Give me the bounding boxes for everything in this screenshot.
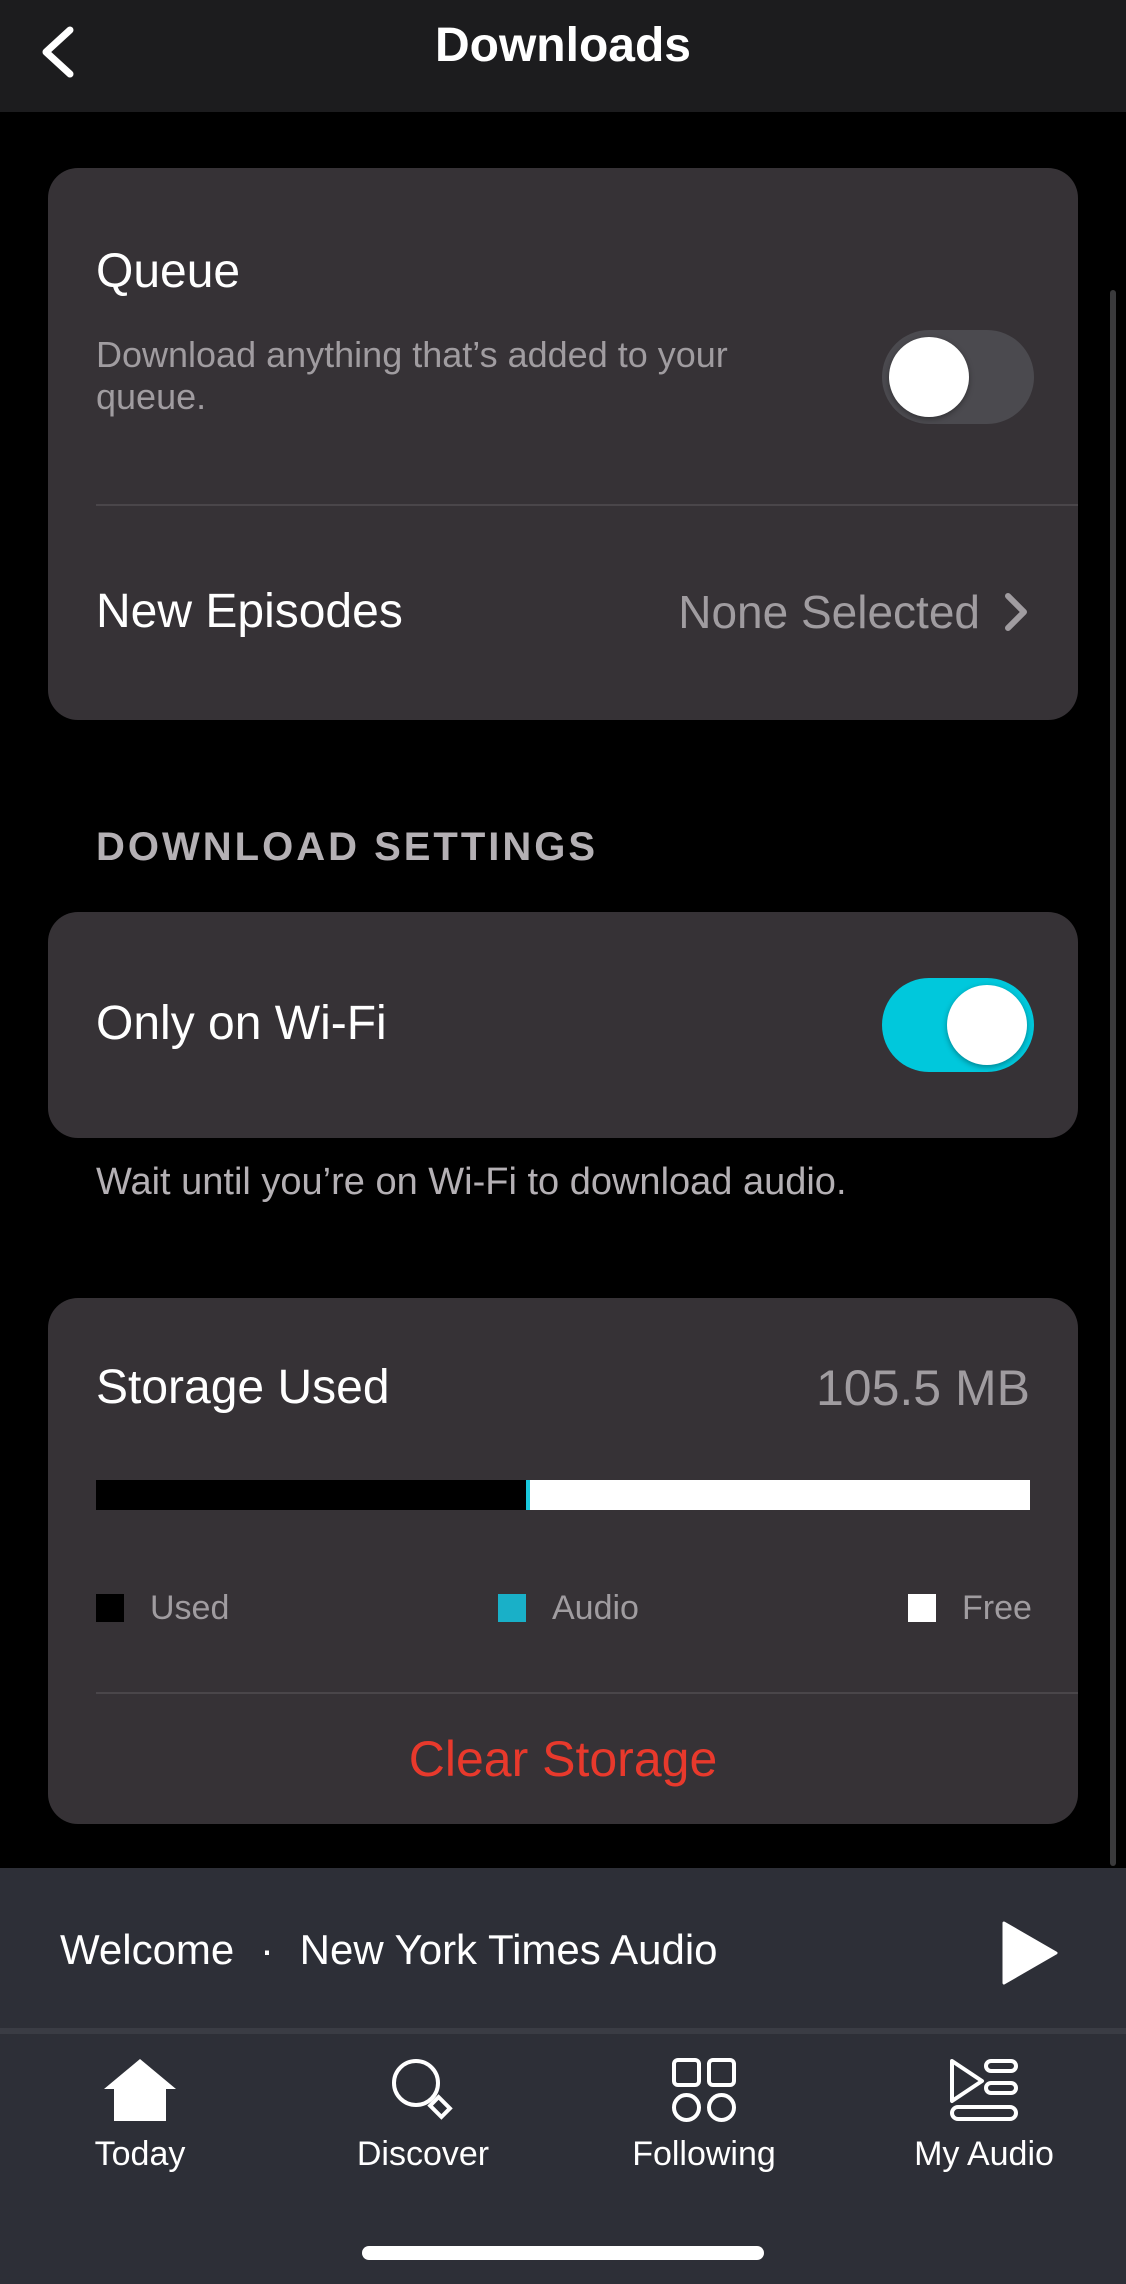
play-icon [1002,1921,1058,1985]
storage-bar-audio [525,1480,531,1510]
legend-label: Used [150,1589,230,1627]
grid-icon [672,2058,736,2122]
play-button[interactable] [992,1910,1066,1996]
tab-my-audio[interactable]: My Audio [874,2054,1094,2184]
search-icon [392,2059,453,2120]
wifi-footer: Wait until you’re on Wi-Fi to download a… [96,1161,847,1203]
legend-label: Audio [552,1589,639,1627]
download-settings-header: DOWNLOAD SETTINGS [96,825,599,869]
tab-label: My Audio [914,2135,1054,2173]
storage-value: 105.5 MB [815,1360,1030,1416]
legend-swatch [498,1594,526,1622]
wifi-title: Only on Wi-Fi [96,997,387,1050]
library-icon [950,2059,1018,2121]
now-playing-source: New York Times Audio [299,1926,718,1973]
chevron-right-icon [1005,593,1027,631]
now-playing-title: Welcome [60,1926,235,1973]
tab-label: Following [632,2135,776,2173]
legend-label: Free [962,1589,1032,1627]
toggle-knob [947,985,1027,1065]
legend-swatch [96,1594,124,1622]
home-indicator [362,2246,764,2260]
new-episodes-title: New Episodes [96,585,403,638]
queue-description: Download anything that’s added to your q… [96,334,728,417]
tab-discover[interactable]: Discover [313,2054,533,2184]
legend-swatch [908,1594,936,1622]
queue-toggle[interactable] [882,330,1034,424]
tab-following[interactable]: Following [594,2054,814,2184]
storage-bar-used [96,1480,526,1510]
wifi-toggle[interactable] [882,978,1034,1072]
tab-today[interactable]: Today [30,2054,250,2184]
storage-title: Storage Used [96,1361,390,1414]
tab-label: Discover [356,2135,490,2173]
new-episodes-value: None Selected [678,586,980,638]
toggle-knob [889,337,969,417]
home-icon [104,2059,176,2121]
clear-storage-button[interactable]: Clear Storage [48,1694,1078,1824]
now-playing-text: Welcome · New York Times Audio [60,1922,718,1978]
storage-bar [96,1480,1030,1510]
scrollbar[interactable] [1110,290,1116,1866]
legend-used: Used [96,1586,229,1630]
legend-audio: Audio [498,1586,639,1630]
tab-label: Today [94,2135,186,2173]
now-playing-separator: · [259,1926,274,1973]
queue-title: Queue [96,245,241,298]
legend-free: Free [908,1586,1032,1630]
page-title: Downloads [434,19,691,72]
